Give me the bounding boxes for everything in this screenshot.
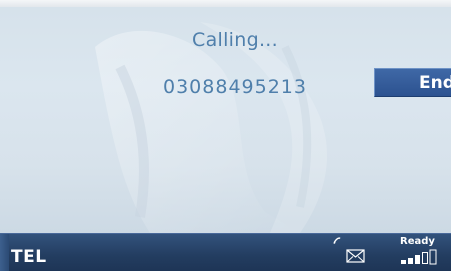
signal-bar-5 [429, 249, 437, 265]
signal-bar-1 [401, 260, 406, 264]
envelope-icon[interactable] [346, 249, 365, 263]
status-bar-edge [0, 234, 9, 271]
phone-call-screen: Calling... 03088495213 End TEL Ready [0, 0, 451, 271]
signal-bar-4 [422, 252, 428, 264]
end-call-button[interactable]: End [374, 68, 451, 97]
call-status-text: Calling... [192, 29, 278, 51]
dialed-number: 03088495213 [163, 76, 307, 98]
top-frame [0, 0, 451, 7]
bottom-status-bar: TEL [0, 233, 451, 271]
signal-bar-2 [408, 258, 413, 264]
mode-label: TEL [11, 247, 47, 267]
phone-handset-icon [333, 237, 341, 244]
signal-strength-icon [401, 249, 437, 265]
call-display-area: Calling... 03088495213 End [0, 7, 451, 233]
network-status-text: Ready [400, 236, 435, 247]
signal-bar-3 [415, 255, 420, 264]
